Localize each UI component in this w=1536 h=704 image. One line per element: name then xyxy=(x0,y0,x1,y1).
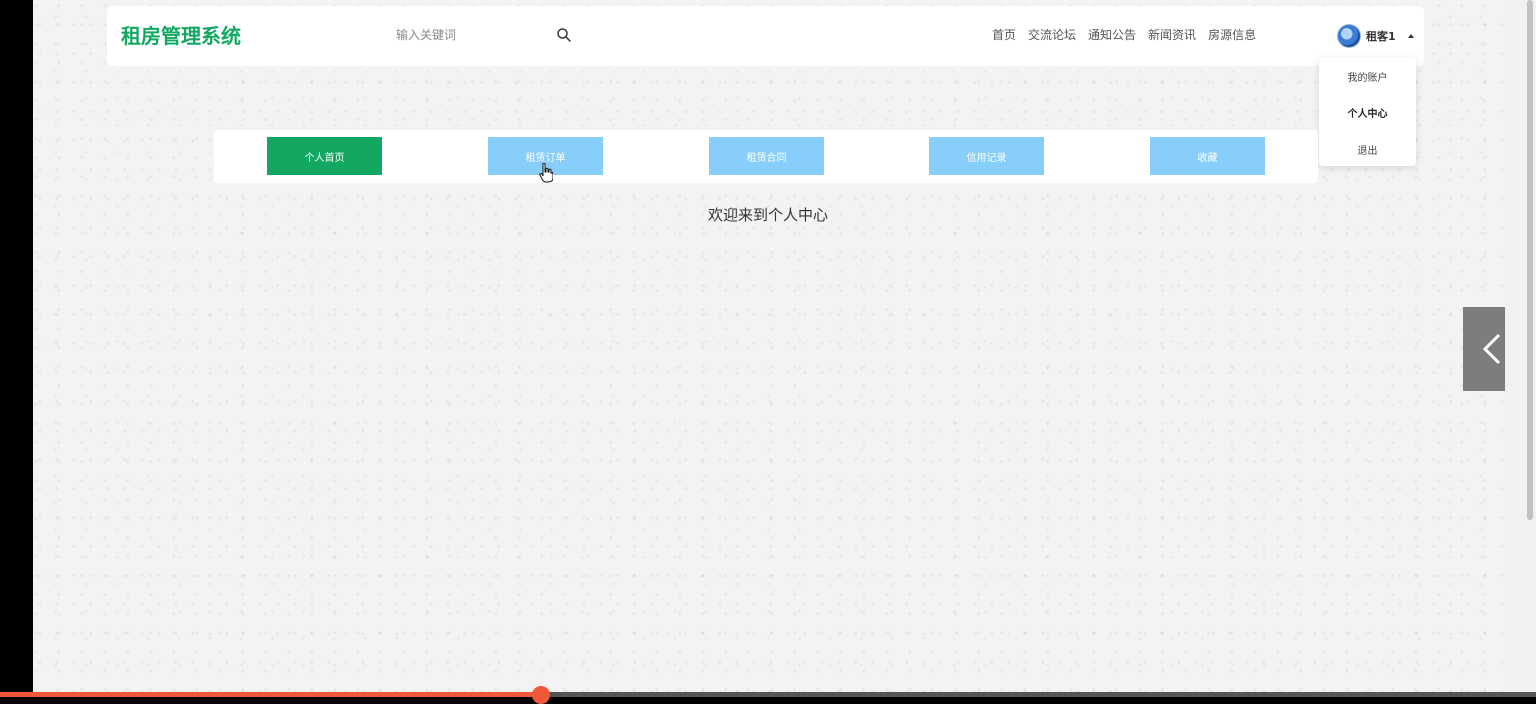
menu-personal-center[interactable]: 个人中心 xyxy=(1319,105,1416,120)
user-dropdown: 我的账户 个人中心 退出 xyxy=(1319,57,1416,166)
scrollbar-thumb[interactable] xyxy=(1527,0,1533,520)
main-nav: 首页 交流论坛 通知公告 新闻资讯 房源信息 xyxy=(992,26,1268,43)
chevron-left-icon xyxy=(1482,333,1501,365)
caret-up-icon xyxy=(1407,34,1414,38)
username: 租客1 xyxy=(1366,30,1396,43)
video-progress-handle[interactable] xyxy=(532,686,550,704)
nav-news[interactable]: 新闻资讯 xyxy=(1148,26,1196,43)
nav-listings[interactable]: 房源信息 xyxy=(1208,26,1256,43)
hand-cursor-icon xyxy=(539,163,553,183)
nav-notice[interactable]: 通知公告 xyxy=(1088,26,1136,43)
tab-rental-contracts[interactable]: 租赁合同 xyxy=(709,137,824,175)
vertical-scrollbar[interactable] xyxy=(1505,0,1536,697)
menu-my-account[interactable]: 我的账户 xyxy=(1319,69,1416,84)
side-collapse-button[interactable] xyxy=(1463,307,1505,391)
left-edge xyxy=(0,0,33,697)
user-menu-toggle[interactable]: 租客1 xyxy=(1337,24,1414,48)
welcome-text: 欢迎来到个人中心 xyxy=(707,206,828,224)
nav-forum[interactable]: 交流论坛 xyxy=(1028,26,1076,43)
tab-favorites[interactable]: 收藏 xyxy=(1150,137,1265,175)
tab-credit-records[interactable]: 信用记录 xyxy=(929,137,1044,175)
site-logo[interactable]: 租房管理系统 xyxy=(121,20,241,49)
search-icon[interactable] xyxy=(556,27,572,43)
menu-logout[interactable]: 退出 xyxy=(1319,142,1416,157)
tab-personal-home[interactable]: 个人首页 xyxy=(267,137,382,175)
video-progress-fill xyxy=(0,692,541,697)
nav-home[interactable]: 首页 xyxy=(992,26,1016,43)
search-input[interactable] xyxy=(388,22,574,48)
avatar xyxy=(1337,24,1361,48)
page-background xyxy=(33,0,1505,697)
